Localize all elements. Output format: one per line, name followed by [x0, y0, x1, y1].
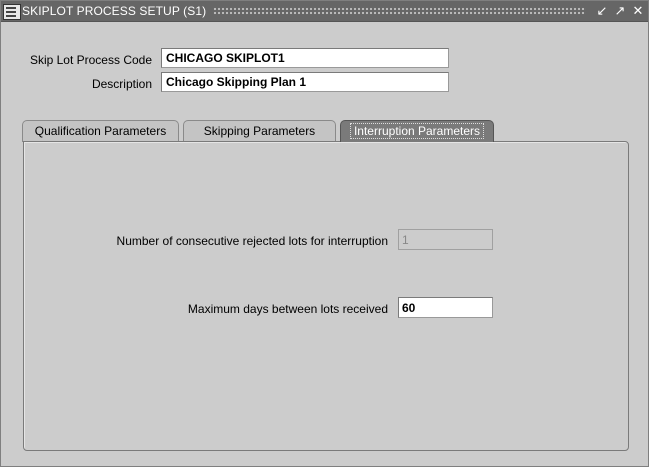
tab-qualification-parameters[interactable]: Qualification Parameters: [22, 120, 179, 142]
description-field[interactable]: Chicago Skipping Plan 1: [161, 72, 449, 92]
close-icon[interactable]: ✕: [630, 2, 646, 20]
tab-label: Skipping Parameters: [203, 124, 316, 138]
interruption-parameters-panel: Number of consecutive rejected lots for …: [23, 141, 629, 451]
tab-label: Qualification Parameters: [34, 124, 167, 138]
max-days-field[interactable]: 60: [398, 297, 493, 318]
rejected-lots-label: Number of consecutive rejected lots for …: [116, 234, 388, 248]
tab-label: Interruption Parameters: [349, 123, 485, 139]
window-title: SKIPLOT PROCESS SETUP (S1): [22, 4, 207, 18]
tab-interruption-parameters[interactable]: Interruption Parameters: [340, 120, 494, 142]
process-code-field[interactable]: CHICAGO SKIPLOT1: [161, 48, 449, 68]
rejected-lots-field: 1: [398, 229, 493, 250]
tab-skipping-parameters[interactable]: Skipping Parameters: [183, 120, 336, 142]
skiplot-window: SKIPLOT PROCESS SETUP (S1) ↙ ↗ ✕ Skip Lo…: [0, 0, 649, 467]
title-grip: [213, 7, 586, 15]
app-menu-icon[interactable]: [3, 4, 21, 20]
title-bar[interactable]: SKIPLOT PROCESS SETUP (S1) ↙ ↗ ✕: [1, 1, 648, 22]
window-controls: ↙ ↗ ✕: [594, 2, 646, 20]
minimize-icon[interactable]: ↙: [594, 2, 610, 20]
description-label: Description: [91, 77, 152, 91]
process-code-label: Skip Lot Process Code: [29, 53, 152, 67]
maximize-icon[interactable]: ↗: [612, 2, 628, 20]
max-days-label: Maximum days between lots received: [187, 302, 388, 316]
